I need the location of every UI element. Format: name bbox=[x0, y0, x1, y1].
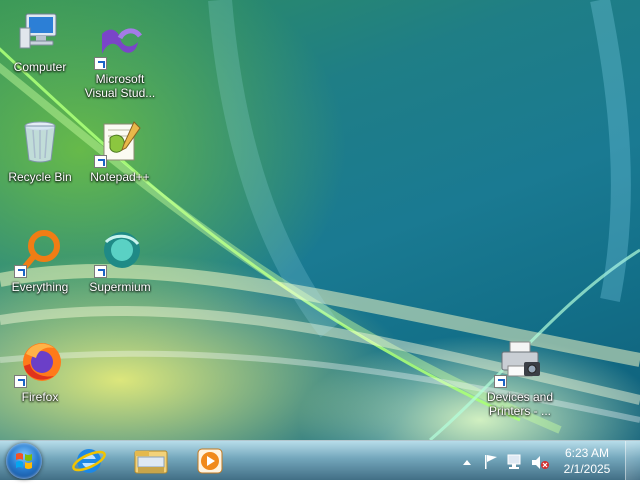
desktop-icon-label: Supermium bbox=[89, 280, 151, 294]
everything-search-icon bbox=[14, 228, 64, 278]
clock-time: 6:23 AM bbox=[564, 446, 610, 460]
network-icon bbox=[507, 454, 521, 469]
firefox-icon bbox=[14, 338, 64, 388]
file-explorer-icon bbox=[134, 450, 168, 474]
taskbar: 6:23 AM 2/1/2025 bbox=[0, 440, 640, 481]
desktop-icon-supermium[interactable]: Supermium bbox=[80, 228, 160, 294]
visual-studio-icon bbox=[94, 20, 144, 70]
internet-explorer-icon bbox=[72, 449, 106, 473]
notification-area bbox=[456, 441, 556, 481]
desktop-icon-visual-studio[interactable]: Microsoft Visual Stud... bbox=[80, 20, 160, 100]
action-center-flag-icon bbox=[485, 455, 497, 469]
printer-camera-icon bbox=[494, 338, 544, 388]
show-desktop-button[interactable] bbox=[625, 441, 640, 481]
taskbar-pinned-file-explorer[interactable] bbox=[126, 443, 176, 479]
system-clock[interactable]: 6:23 AM 2/1/2025 bbox=[558, 445, 616, 477]
shortcut-arrow-icon bbox=[494, 375, 507, 388]
desktop-icon-firefox[interactable]: Firefox bbox=[0, 338, 80, 404]
desktop-icon-label: Microsoft Visual Stud... bbox=[84, 72, 156, 100]
desktop-icon-everything[interactable]: Everything bbox=[0, 228, 80, 294]
start-button[interactable] bbox=[6, 443, 42, 479]
desktop-icon-label: Firefox bbox=[21, 390, 59, 404]
shortcut-arrow-icon bbox=[14, 265, 27, 278]
desktop[interactable]: Computer Microsoft Visual Stud... Recycl… bbox=[0, 0, 640, 440]
volume-muted-icon bbox=[532, 456, 549, 469]
desktop-icon-computer[interactable]: Computer bbox=[0, 8, 80, 74]
desktop-icon-label: Devices and Printers - ... bbox=[486, 390, 554, 418]
shortcut-arrow-icon bbox=[94, 57, 107, 70]
desktop-icon-label: Notepad++ bbox=[90, 170, 150, 184]
clock-date: 2/1/2025 bbox=[563, 462, 611, 476]
notepadpp-icon bbox=[94, 118, 144, 168]
shortcut-arrow-icon bbox=[14, 375, 27, 388]
taskbar-pinned-media-player[interactable] bbox=[186, 443, 236, 479]
windows-logo-icon bbox=[16, 453, 32, 469]
desktop-icon-label: Recycle Bin bbox=[8, 170, 72, 184]
desktop-icon-recycle-bin[interactable]: Recycle Bin bbox=[0, 118, 80, 184]
desktop-icon-label: Everything bbox=[11, 280, 69, 294]
desktop-icon-devices-printers[interactable]: Devices and Printers - ... bbox=[480, 338, 560, 418]
desktop-icon-label: Computer bbox=[13, 60, 67, 74]
shortcut-arrow-icon bbox=[94, 155, 107, 168]
computer-icon bbox=[16, 8, 64, 56]
show-hidden-icons-chevron-icon bbox=[463, 460, 471, 465]
desktop-icon-notepadpp[interactable]: Notepad++ bbox=[80, 118, 160, 184]
recycle-bin-icon bbox=[16, 118, 64, 166]
media-player-icon bbox=[197, 448, 223, 474]
supermium-icon bbox=[94, 228, 144, 278]
shortcut-arrow-icon bbox=[94, 265, 107, 278]
taskbar-pinned-internet-explorer[interactable] bbox=[64, 443, 114, 479]
